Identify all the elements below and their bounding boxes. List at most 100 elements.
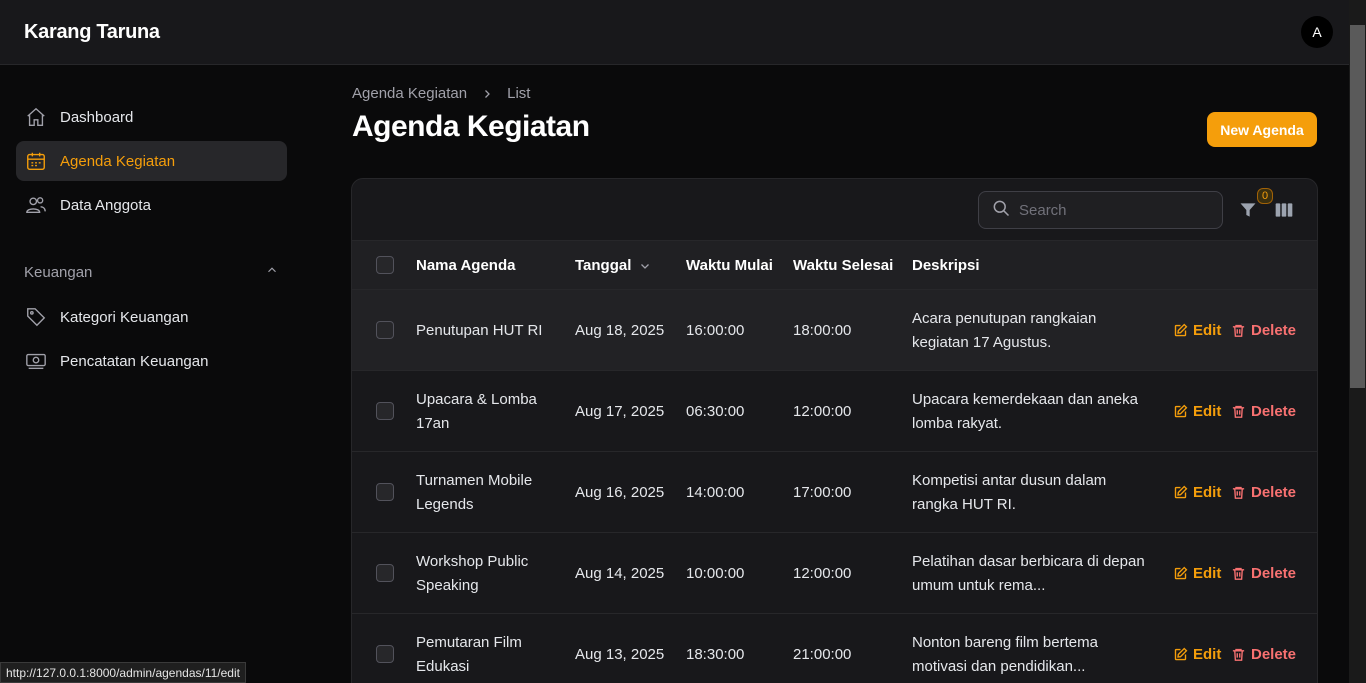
sidebar-item-dashboard[interactable]: Dashboard (16, 97, 287, 137)
trash-icon (1232, 405, 1245, 418)
table-toolbar: Search 0 (352, 179, 1317, 241)
cell-tanggal: Aug 16, 2025 (575, 483, 665, 501)
user-avatar[interactable]: A (1301, 16, 1333, 48)
banknotes-icon (24, 349, 48, 373)
cell-waktu-mulai: 18:30:00 (686, 645, 745, 663)
delete-button[interactable]: Delete (1231, 452, 1296, 533)
cell-waktu-selesai: 21:00:00 (793, 645, 852, 663)
sidebar-group-label: Keuangan (24, 263, 93, 281)
sidebar-group-keuangan[interactable]: Keuangan (24, 263, 279, 281)
cell-waktu-selesai: 18:00:00 (793, 321, 852, 339)
edit-label: Edit (1193, 403, 1222, 420)
sidebar: Dashboard Agenda Kegiatan Data Anggota K… (0, 65, 303, 683)
sidebar-item-label: Pencatatan Keuangan (60, 352, 209, 370)
chevron-right-icon (481, 88, 493, 100)
edit-label: Edit (1193, 322, 1222, 339)
delete-button[interactable]: Delete (1231, 614, 1296, 683)
search-placeholder: Search (1019, 201, 1067, 219)
cell-deskripsi: Acara penutupan rangkaian kegiatan 17 Ag… (912, 309, 1097, 351)
table-row[interactable]: Upacara & Lomba 17an Aug 17, 2025 06:30:… (352, 371, 1317, 452)
row-checkbox[interactable] (376, 564, 394, 582)
cell-waktu-selesai: 17:00:00 (793, 483, 852, 501)
calendar-icon (24, 149, 48, 173)
cell-waktu-mulai: 10:00:00 (686, 564, 745, 582)
cell-waktu-mulai: 16:00:00 (686, 321, 745, 339)
trash-icon (1232, 567, 1245, 580)
pencil-square-icon (1174, 647, 1188, 661)
sidebar-item-kategori-keuangan[interactable]: Kategori Keuangan (16, 297, 287, 337)
scrollbar-thumb[interactable] (1350, 25, 1365, 388)
filter-icon[interactable] (1238, 200, 1258, 225)
browser-status-url: http://127.0.0.1:8000/admin/agendas/11/e… (0, 662, 246, 683)
edit-button[interactable]: Edit (1173, 614, 1221, 683)
column-header-label: Tanggal (575, 257, 632, 274)
page-scrollbar[interactable] (1349, 0, 1366, 683)
trash-icon (1232, 648, 1245, 661)
pencil-square-icon (1174, 404, 1188, 418)
table-card: Search 0 Nama Agenda Tanggal Waktu Mulai… (351, 178, 1318, 683)
users-icon (24, 193, 48, 217)
sidebar-item-pencatatan-keuangan[interactable]: Pencatatan Keuangan (16, 341, 287, 381)
column-header-nama-agenda: Nama Agenda (416, 257, 516, 274)
edit-button[interactable]: Edit (1173, 533, 1221, 614)
cell-nama-agenda: Pemutaran Film Edukasi (416, 633, 522, 675)
delete-label: Delete (1251, 565, 1297, 582)
select-all-checkbox[interactable] (376, 256, 394, 274)
cell-deskripsi: Upacara kemerdekaan dan aneka lomba raky… (912, 390, 1138, 432)
cell-deskripsi: Kompetisi antar dusun dalam rangka HUT R… (912, 471, 1107, 513)
cell-deskripsi: Pelatihan dasar berbicara di depan umum … (912, 552, 1145, 594)
sidebar-item-agenda-kegiatan[interactable]: Agenda Kegiatan (16, 141, 287, 181)
cell-waktu-selesai: 12:00:00 (793, 402, 852, 420)
table-row[interactable]: Penutupan HUT RI Aug 18, 2025 16:00:00 1… (352, 290, 1317, 371)
breadcrumb-parent[interactable]: Agenda Kegiatan (352, 85, 467, 102)
search-input[interactable]: Search (978, 191, 1223, 229)
cell-tanggal: Aug 18, 2025 (575, 321, 665, 339)
column-header-deskripsi: Deskripsi (912, 257, 980, 274)
edit-label: Edit (1193, 484, 1222, 501)
cell-tanggal: Aug 14, 2025 (575, 564, 665, 582)
column-header-waktu-mulai: Waktu Mulai (686, 257, 773, 274)
sidebar-item-data-anggota[interactable]: Data Anggota (16, 185, 287, 225)
row-checkbox[interactable] (376, 321, 394, 339)
delete-button[interactable]: Delete (1231, 371, 1296, 452)
delete-button[interactable]: Delete (1231, 290, 1296, 371)
pencil-square-icon (1174, 485, 1188, 499)
cell-tanggal: Aug 13, 2025 (575, 645, 665, 663)
pencil-square-icon (1174, 323, 1188, 337)
table-row[interactable]: Workshop Public Speaking Aug 14, 2025 10… (352, 533, 1317, 614)
table-row[interactable]: Turnamen Mobile Legends Aug 16, 2025 14:… (352, 452, 1317, 533)
edit-button[interactable]: Edit (1173, 452, 1221, 533)
cell-nama-agenda: Turnamen Mobile Legends (416, 471, 533, 513)
breadcrumb: Agenda Kegiatan List (352, 85, 530, 102)
filter-count-badge: 0 (1257, 188, 1274, 204)
edit-label: Edit (1193, 565, 1222, 582)
row-checkbox[interactable] (376, 645, 394, 663)
cell-waktu-mulai: 06:30:00 (686, 402, 745, 420)
search-icon (991, 198, 1019, 222)
trash-icon (1232, 486, 1245, 499)
row-checkbox[interactable] (376, 483, 394, 501)
cell-nama-agenda: Penutupan HUT RI (416, 321, 543, 339)
row-checkbox[interactable] (376, 402, 394, 420)
breadcrumb-current: List (507, 85, 531, 102)
pencil-square-icon (1174, 566, 1188, 580)
page-title: Agenda Kegiatan (352, 110, 590, 143)
edit-label: Edit (1193, 646, 1222, 663)
table-row[interactable]: Pemutaran Film Edukasi Aug 13, 2025 18:3… (352, 614, 1317, 683)
delete-label: Delete (1251, 322, 1297, 339)
new-agenda-button[interactable]: New Agenda (1207, 112, 1317, 147)
delete-label: Delete (1251, 484, 1297, 501)
columns-icon[interactable] (1274, 200, 1294, 225)
column-header-tanggal[interactable]: Tanggal (575, 241, 651, 290)
brand-logo[interactable]: Karang Taruna (24, 21, 160, 44)
home-icon (24, 105, 48, 129)
delete-button[interactable]: Delete (1231, 533, 1296, 614)
cell-waktu-selesai: 12:00:00 (793, 564, 852, 582)
chevron-down-icon (639, 260, 651, 272)
edit-button[interactable]: Edit (1173, 371, 1221, 452)
table-header: Nama Agenda Tanggal Waktu Mulai Waktu Se… (352, 241, 1317, 290)
cell-deskripsi: Nonton bareng film bertema motivasi dan … (912, 633, 1098, 675)
column-header-waktu-selesai: Waktu Selesai (793, 257, 894, 274)
trash-icon (1232, 324, 1245, 337)
edit-button[interactable]: Edit (1173, 290, 1221, 371)
